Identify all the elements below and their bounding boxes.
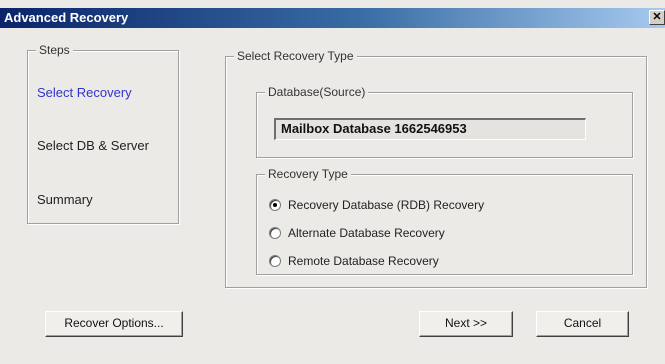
recover-options-button[interactable]: Recover Options...	[45, 311, 183, 337]
radio-label: Remote Database Recovery	[288, 254, 439, 268]
radio-label: Recovery Database (RDB) Recovery	[288, 198, 485, 212]
source-database-field: Mailbox Database 1662546953	[274, 118, 586, 140]
step-select-recovery[interactable]: Select Recovery	[37, 85, 132, 100]
radio-button[interactable]	[269, 199, 281, 211]
select-recovery-type-group: Select Recovery Type Database(Source) Ma…	[225, 49, 647, 288]
close-button[interactable]: ✕	[649, 10, 665, 25]
radio-button[interactable]	[269, 227, 281, 239]
database-source-legend: Database(Source)	[265, 85, 369, 99]
window-title: Advanced Recovery	[4, 10, 129, 25]
step-summary[interactable]: Summary	[37, 192, 93, 207]
title-bar[interactable]: Advanced Recovery ✕	[0, 8, 665, 28]
steps-legend: Steps	[36, 43, 73, 57]
cancel-button[interactable]: Cancel	[536, 311, 629, 337]
close-icon: ✕	[652, 11, 662, 23]
step-select-db-server[interactable]: Select DB & Server	[37, 138, 149, 153]
radio-label: Alternate Database Recovery	[288, 226, 445, 240]
steps-group: Steps Select Recovery Select DB & Server…	[27, 43, 179, 224]
select-recovery-type-legend: Select Recovery Type	[234, 49, 357, 63]
recovery-type-legend: Recovery Type	[265, 167, 351, 181]
recovery-type-group: Recovery Type Recovery Database (RDB) Re…	[256, 167, 633, 275]
radio-button[interactable]	[269, 255, 281, 267]
database-source-group: Database(Source) Mailbox Database 166254…	[256, 85, 633, 158]
advanced-recovery-window: Advanced Recovery ✕ Steps Select Recover…	[0, 0, 665, 364]
next-button[interactable]: Next >>	[419, 311, 513, 337]
